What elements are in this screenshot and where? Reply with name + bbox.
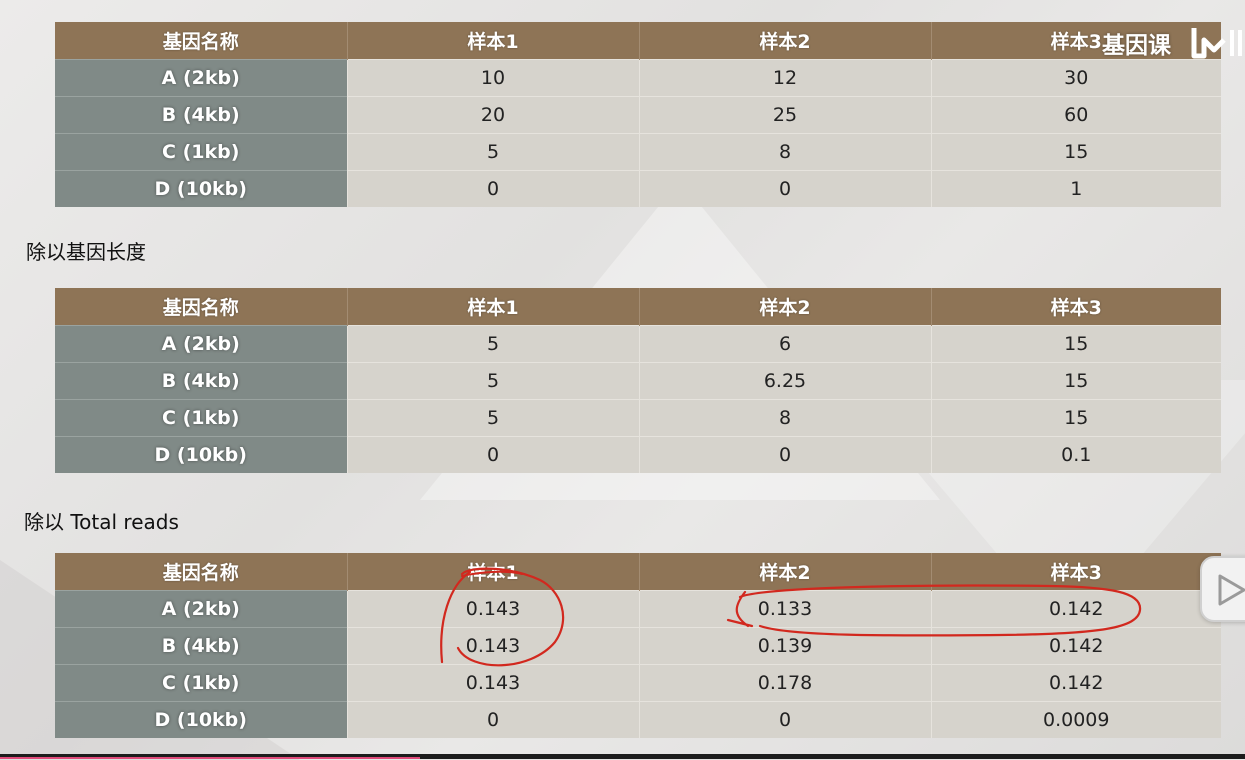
value-cell: 0.139 <box>639 627 932 665</box>
gene-name-cell: D (10kb) <box>55 170 348 207</box>
table-row: D (10kb) 0 0 0.1 <box>55 436 1221 473</box>
table-row: A (2kb) 5 6 15 <box>55 325 1221 363</box>
bilibili-logo-icon <box>1191 28 1242 59</box>
value-cell: 0.1 <box>931 436 1221 473</box>
gene-name-cell: D (10kb) <box>55 701 348 738</box>
value-cell: 8 <box>639 133 932 171</box>
value-cell: 6 <box>639 325 932 363</box>
value-cell: 0.143 <box>347 590 640 628</box>
header-sample-1: 样本1 <box>347 553 640 591</box>
value-cell: 5 <box>347 399 640 437</box>
header-sample-1: 样本1 <box>347 288 640 326</box>
header-sample-2: 样本2 <box>639 553 932 591</box>
value-cell: 0.142 <box>931 590 1221 628</box>
value-cell: 0.143 <box>347 664 640 702</box>
table-row: D (10kb) 0 0 0.0009 <box>55 701 1221 738</box>
table-row: C (1kb) 5 8 15 <box>55 399 1221 437</box>
value-cell: 0 <box>639 170 932 207</box>
value-cell: 0.178 <box>639 664 932 702</box>
gene-name-cell: B (4kb) <box>55 627 348 665</box>
table-row: D (10kb) 0 0 1 <box>55 170 1221 207</box>
header-gene-name: 基因名称 <box>55 22 348 60</box>
value-cell: 12 <box>639 59 932 97</box>
value-cell: 60 <box>931 96 1221 134</box>
player-button[interactable] <box>1200 556 1245 622</box>
value-cell: 15 <box>931 399 1221 437</box>
gene-name-cell: C (1kb) <box>55 133 348 171</box>
value-cell: 0.142 <box>931 627 1221 665</box>
value-cell: 0.143 <box>347 627 640 665</box>
table-row: A (2kb) 10 12 30 <box>55 59 1221 97</box>
value-cell: 0 <box>639 436 932 473</box>
gene-name-cell: B (4kb) <box>55 96 348 134</box>
value-cell: 5 <box>347 325 640 363</box>
gene-name-cell: A (2kb) <box>55 590 348 628</box>
value-cell: 5 <box>347 133 640 171</box>
value-cell: 30 <box>931 59 1221 97</box>
bottom-bar <box>0 754 1245 759</box>
gene-name-cell: B (4kb) <box>55 362 348 400</box>
header-sample-2: 样本2 <box>639 288 932 326</box>
value-cell: 5 <box>347 362 640 400</box>
length-normalized-table: 基因名称 样本1 样本2 样本3 A (2kb) 5 6 15 B (4kb) … <box>55 288 1221 473</box>
table-header-row: 基因名称 样本1 样本2 样本3 <box>55 22 1221 60</box>
header-sample-2: 样本2 <box>639 22 932 60</box>
section-label-divide-by-total-reads: 除以 Total reads <box>24 510 179 534</box>
play-icon <box>1218 574 1245 606</box>
value-cell: 0.142 <box>931 664 1221 702</box>
table-row: C (1kb) 5 8 15 <box>55 133 1221 171</box>
gene-name-cell: D (10kb) <box>55 436 348 473</box>
value-cell: 10 <box>347 59 640 97</box>
table-row: A (2kb) 0.143 0.133 0.142 <box>55 590 1221 628</box>
total-reads-normalized-table: 基因名称 样本1 样本2 样本3 A (2kb) 0.143 0.133 0.1… <box>55 553 1221 738</box>
watermark-text: 基因课 <box>1102 33 1171 59</box>
gene-name-cell: A (2kb) <box>55 59 348 97</box>
gene-name-cell: A (2kb) <box>55 325 348 363</box>
table-header-row: 基因名称 样本1 样本2 样本3 <box>55 553 1221 591</box>
value-cell: 20 <box>347 96 640 134</box>
header-sample-3: 样本3 <box>931 288 1221 326</box>
header-sample-3: 样本3 <box>931 22 1221 60</box>
value-cell: 6.25 <box>639 362 932 400</box>
raw-counts-table: 基因名称 样本1 样本2 样本3 A (2kb) 10 12 30 B (4kb… <box>55 22 1221 207</box>
value-cell: 1 <box>931 170 1221 207</box>
gene-name-cell: C (1kb) <box>55 664 348 702</box>
value-cell: 15 <box>931 325 1221 363</box>
header-sample-1: 样本1 <box>347 22 640 60</box>
table-row: B (4kb) 20 25 60 <box>55 96 1221 134</box>
value-cell: 15 <box>931 362 1221 400</box>
header-gene-name: 基因名称 <box>55 553 348 591</box>
gene-name-cell: C (1kb) <box>55 399 348 437</box>
section-label-divide-by-length: 除以基因长度 <box>26 240 146 264</box>
value-cell: 0 <box>639 701 932 738</box>
header-gene-name: 基因名称 <box>55 288 348 326</box>
table-row: C (1kb) 0.143 0.178 0.142 <box>55 664 1221 702</box>
table-row: B (4kb) 5 6.25 15 <box>55 362 1221 400</box>
value-cell: 15 <box>931 133 1221 171</box>
table-row: B (4kb) 0.143 0.139 0.142 <box>55 627 1221 665</box>
value-cell: 0.133 <box>639 590 932 628</box>
value-cell: 0 <box>347 701 640 738</box>
table-header-row: 基因名称 样本1 样本2 样本3 <box>55 288 1221 326</box>
value-cell: 0.0009 <box>931 701 1221 738</box>
header-sample-3: 样本3 <box>931 553 1221 591</box>
value-cell: 8 <box>639 399 932 437</box>
value-cell: 25 <box>639 96 932 134</box>
value-cell: 0 <box>347 170 640 207</box>
value-cell: 0 <box>347 436 640 473</box>
